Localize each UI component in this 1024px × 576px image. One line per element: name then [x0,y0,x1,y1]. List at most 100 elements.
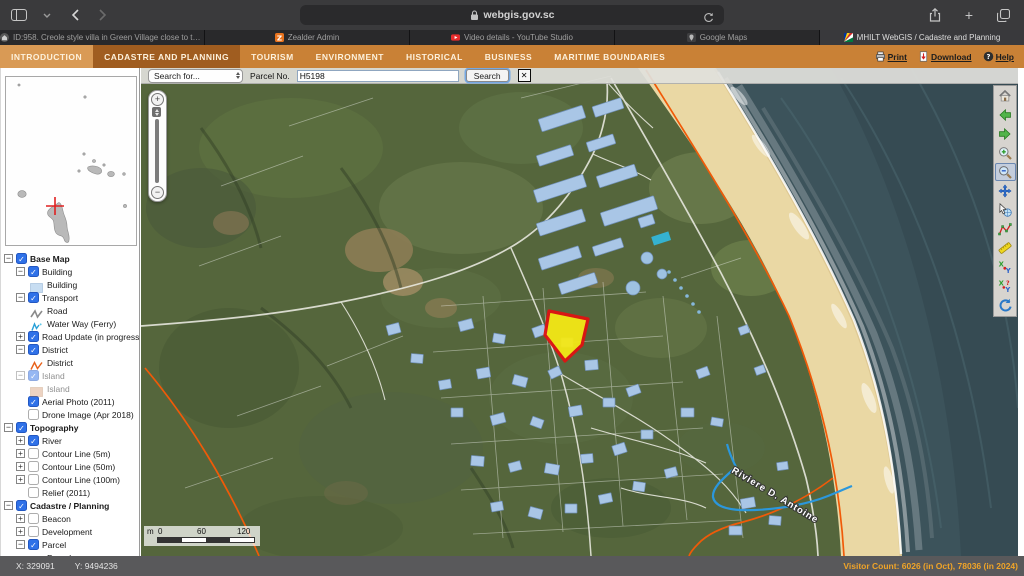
nav-tab-environment[interactable]: ENVIRONMENT [305,45,395,68]
search-button[interactable]: Search [466,69,509,82]
layer-checkbox[interactable]: ✓ [28,344,39,355]
map-canvas[interactable]: Riviere D. Antoine [141,68,1018,556]
nav-tab-cadastre-and-planning[interactable]: CADASTRE AND PLANNING [93,45,240,68]
layer-checkbox[interactable]: ✓ [28,409,39,420]
fav-youtube-icon [451,33,460,42]
tab-overview-icon[interactable] [994,6,1012,24]
layer-label: Contour Line (100m) [42,475,120,485]
layer-checkbox[interactable]: ✓ [28,539,39,550]
pan-tool[interactable] [995,182,1016,200]
layer-checkbox[interactable]: ✓ [28,448,39,459]
layer-label: Beacon [42,514,71,524]
collapse-icon[interactable]: − [16,345,25,354]
zoom-out-button[interactable]: − [151,186,164,199]
coordinates-tool[interactable]: XY [995,258,1016,276]
close-search-icon[interactable]: ✕ [518,69,531,82]
browser-tab[interactable]: ID:958. Creole style villa in Green Vill… [0,30,205,45]
collapse-icon[interactable]: − [4,254,13,263]
scale-tick: 120 [237,527,250,536]
zoom-in-button[interactable]: + [151,93,164,106]
browser-tab[interactable]: MHILT WebGIS / Cadastre and Planning [820,30,1024,45]
layer-checkbox[interactable]: ✓ [28,396,39,407]
parcel-number-input[interactable] [297,70,459,82]
map-viewport[interactable]: Riviere D. Antoine Search for... Parcel … [141,68,1018,556]
layer-row: Water Way (Ferry) [1,317,139,330]
search-category-select[interactable]: Search for... [148,69,243,83]
help-link[interactable]: ?Help [983,51,1014,62]
expand-icon[interactable]: + [16,514,25,523]
map-search-bar: Search for... Parcel No. Search ✕ [141,68,1018,84]
zoom-out-tool[interactable] [995,163,1016,181]
identify-tool[interactable] [995,201,1016,219]
lock-icon [470,10,479,21]
expand-icon[interactable]: + [16,449,25,458]
back-button[interactable] [66,6,84,24]
zoom-slider-handle[interactable] [152,107,161,117]
chevron-down-icon[interactable] [38,6,56,24]
layer-checkbox[interactable]: ✓ [16,422,27,433]
coordinate-query-tool[interactable]: X?Y [995,277,1016,295]
zoom-slider-track[interactable] [155,119,159,183]
layer-checkbox[interactable]: ✓ [28,292,39,303]
layer-row: +✓Contour Line (100m) [1,473,139,486]
layer-label: Road Update (in progress) [42,332,139,342]
status-bar: X: 329091 Y: 9494236 Visitor Count: 6026… [0,556,1024,576]
coordinate-y: Y: 9494236 [75,561,118,571]
layer-checkbox[interactable]: ✓ [16,253,27,264]
collapse-icon[interactable]: − [4,501,13,510]
zoom-in-tool[interactable] [995,144,1016,162]
home-tool[interactable] [995,87,1016,105]
collapse-icon[interactable]: − [16,293,25,302]
expand-icon[interactable]: + [16,462,25,471]
island-legend-swatch [30,384,43,394]
map-toolbar: XYX?Y [993,85,1017,317]
nav-tab-historical[interactable]: HISTORICAL [395,45,474,68]
collapse-icon[interactable]: − [16,371,25,380]
layer-checkbox[interactable]: ✓ [28,461,39,472]
nav-tab-tourism[interactable]: TOURISM [240,45,305,68]
layer-checkbox[interactable]: ✓ [28,370,39,381]
layer-checkbox[interactable]: ✓ [28,487,39,498]
layer-checkbox[interactable]: ✓ [28,435,39,446]
layer-row: Road [1,304,139,317]
layer-row: +✓River [1,434,139,447]
overview-map[interactable] [5,76,137,246]
collapse-icon[interactable]: − [16,267,25,276]
layer-checkbox[interactable]: ✓ [28,513,39,524]
nav-tab-business[interactable]: BUSINESS [474,45,543,68]
expand-icon[interactable]: + [16,332,25,341]
address-bar[interactable]: webgis.gov.sc [300,5,724,25]
refresh-tool[interactable] [995,296,1016,314]
layer-checkbox[interactable]: ✓ [28,474,39,485]
layer-checkbox[interactable]: ✓ [28,266,39,277]
browser-tab[interactable]: ZZealder Admin [205,30,410,45]
browser-tab[interactable]: Google Maps [615,30,820,45]
measure-distance-tool[interactable] [995,239,1016,257]
layer-checkbox[interactable]: ✓ [28,526,39,537]
collapse-icon[interactable]: − [4,423,13,432]
layer-row: Island [1,382,139,395]
download-link[interactable]: Download [918,51,972,62]
previous-extent-tool[interactable] [995,106,1016,124]
expand-icon[interactable]: + [16,436,25,445]
layer-checkbox[interactable]: ✓ [16,500,27,511]
expand-icon[interactable]: + [16,475,25,484]
print-link[interactable]: Print [875,51,907,62]
next-extent-tool[interactable] [995,125,1016,143]
forward-button[interactable] [94,6,112,24]
nav-tab-maritime-boundaries[interactable]: MARITIME BOUNDARIES [543,45,676,68]
browser-tab[interactable]: Video details - YouTube Studio [410,30,615,45]
parcel-number-label: Parcel No. [250,71,290,81]
layer-checkbox[interactable]: ✓ [28,331,39,342]
sidebar-toggle-icon[interactable] [10,6,28,24]
measure-line-tool[interactable] [995,220,1016,238]
nav-tab-introduction[interactable]: INTRODUCTION [0,45,93,68]
scale-bar-segments [157,537,255,543]
share-icon[interactable] [926,6,944,24]
expand-icon[interactable]: + [16,527,25,536]
layer-label: Base Map [30,254,70,264]
reload-icon[interactable] [699,8,717,26]
new-tab-icon[interactable]: + [960,6,978,24]
layer-row: −✓Base Map [1,252,139,265]
collapse-icon[interactable]: − [16,540,25,549]
